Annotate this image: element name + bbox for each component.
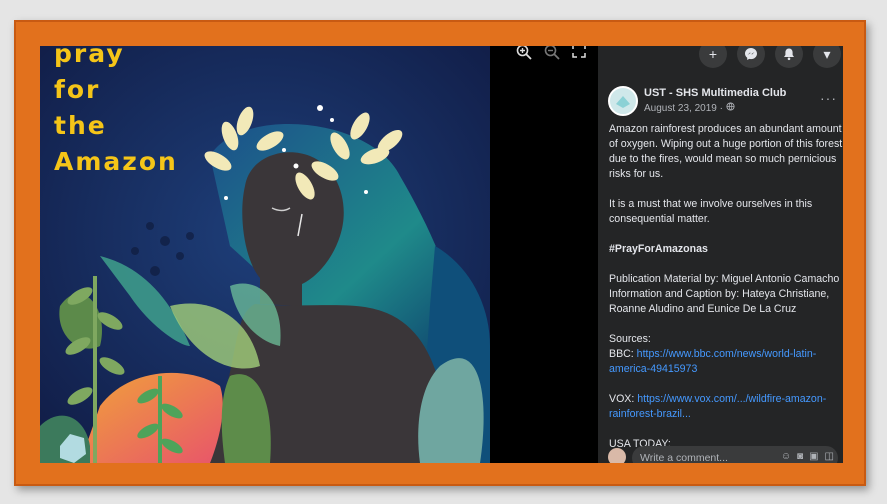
sticker-icon[interactable]: ◫ xyxy=(825,451,834,462)
sources-label: Sources: xyxy=(609,333,651,345)
poster-line-1: pray xyxy=(54,46,125,68)
caret-icon[interactable]: ▾ xyxy=(813,46,841,68)
fullscreen-icon[interactable] xyxy=(572,46,586,64)
gif-icon[interactable]: ▣ xyxy=(809,451,818,462)
zoom-in-icon[interactable] xyxy=(516,46,532,64)
bbc-label: BBC: xyxy=(609,348,637,360)
post-paragraph-2: It is a must that we involve ourselves i… xyxy=(609,198,813,225)
messenger-icon[interactable] xyxy=(737,46,765,68)
orange-frame: pray for the Amazon + ▾ UST - SHS Multim… xyxy=(14,20,866,486)
source-bbc: BBC: https://www.bbc.com/news/world-lati… xyxy=(609,347,843,377)
post-body: Amazon rainforest produces an abundant a… xyxy=(609,122,843,452)
vox-link[interactable]: https://www.vox.com/.../wildfire-amazon-… xyxy=(609,393,826,420)
post-paragraph-1: Amazon rainforest produces an abundant a… xyxy=(609,123,843,180)
hashtag-link[interactable]: #PrayForAmazonas xyxy=(609,242,843,257)
poster-line-3: the xyxy=(54,111,107,140)
poster-line-4: Amazon xyxy=(54,147,178,176)
top-action-bar: + ▾ xyxy=(699,46,843,68)
facebook-photo-viewer: pray for the Amazon + ▾ UST - SHS Multim… xyxy=(40,46,843,463)
poster-title: pray for the Amazon xyxy=(54,46,178,180)
viewer-tools xyxy=(516,46,586,64)
viewer-background xyxy=(490,46,598,463)
emoji-icon[interactable]: ☺ xyxy=(781,451,791,462)
post-photo[interactable]: pray for the Amazon xyxy=(40,46,490,463)
comment-input[interactable]: Write a comment... ☺ ◙ ▣ ◫ xyxy=(632,446,838,463)
post-header: UST - SHS Multimedia Club August 23, 201… xyxy=(608,82,837,122)
more-options-button[interactable]: ··· xyxy=(820,90,837,106)
page-avatar[interactable] xyxy=(608,86,638,116)
poster-line-2: for xyxy=(54,75,101,104)
user-avatar xyxy=(608,448,626,463)
hashtag-text: #PrayForAmazonas xyxy=(609,243,708,255)
bbc-link[interactable]: https://www.bbc.com/news/world-latin-ame… xyxy=(609,348,816,375)
camera-icon[interactable]: ◙ xyxy=(797,451,803,462)
credit-caption: Information and Caption by: Hateya Chris… xyxy=(609,288,830,315)
globe-icon xyxy=(726,102,735,114)
comment-tools: ☺ ◙ ▣ ◫ xyxy=(781,451,834,462)
post-date[interactable]: August 23, 2019 · xyxy=(644,102,735,114)
comment-placeholder: Write a comment... xyxy=(640,452,728,463)
page-name-link[interactable]: UST - SHS Multimedia Club xyxy=(644,87,786,99)
plus-icon[interactable]: + xyxy=(699,46,727,68)
post-date-text: August 23, 2019 · xyxy=(644,103,723,114)
zoom-out-icon[interactable] xyxy=(544,46,560,64)
credit-publication: Publication Material by: Miguel Antonio … xyxy=(609,273,840,285)
bell-icon[interactable] xyxy=(775,46,803,68)
vox-label: VOX: xyxy=(609,393,638,405)
comment-composer: Write a comment... ☺ ◙ ▣ ◫ xyxy=(604,446,838,463)
post-side-panel: + ▾ UST - SHS Multimedia Club August 23,… xyxy=(598,46,843,463)
source-vox: VOX: https://www.vox.com/.../wildfire-am… xyxy=(609,392,843,422)
